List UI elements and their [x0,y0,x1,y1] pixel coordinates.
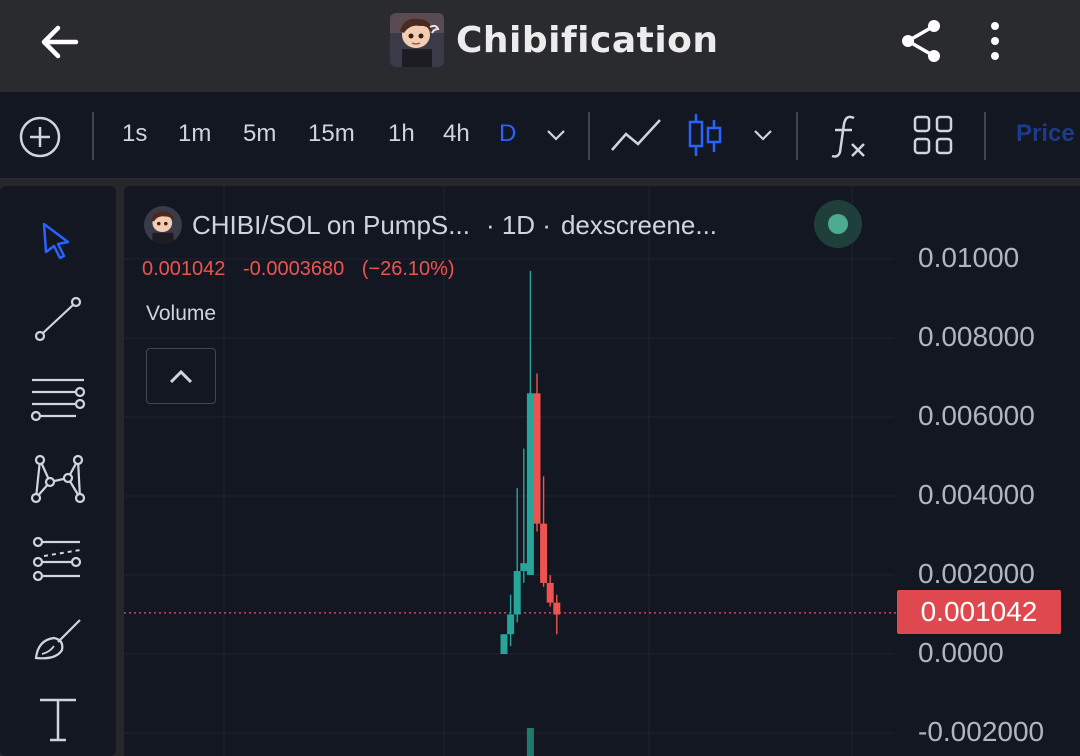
app-bar: Chibification [0,0,1080,92]
market-status-indicator[interactable] [814,200,862,248]
chart-type-chevron-down-icon[interactable] [750,122,776,148]
legend-source: dexscreene... [560,209,718,240]
pattern-tool-icon[interactable] [28,452,88,506]
timeframe-15m[interactable]: 15m [308,120,355,148]
brush-icon[interactable] [28,612,88,666]
legend-interval: · 1D · [485,209,551,240]
chart-pane[interactable]: CHIBI/SOL on PumpS... · 1D · dexscreene.… [124,186,1080,756]
candle-body [520,563,528,572]
legend-symbol[interactable]: CHIBI/SOL on PumpS... [192,210,470,241]
toolbar-divider [796,112,798,160]
symbol-avatar [144,206,182,244]
price-tab[interactable]: Price [1016,120,1075,148]
timeframe-1h[interactable]: 1h [388,120,415,148]
volume-bar [526,728,534,756]
volume-label: Volume [146,302,217,325]
horizontal-lines-icon[interactable] [28,372,88,426]
timeframe-1s[interactable]: 1s [122,120,147,148]
token-avatar [390,13,444,67]
timeframe-1m[interactable]: 1m [178,120,211,148]
legend-values: 0.001042 -0.0003680 (−26.10%) [142,258,467,281]
price-axis-label: 0.006000 [918,400,1035,431]
candle-body [553,602,561,615]
candle-body [513,571,521,615]
price-axis-label: 0.008000 [918,321,1035,352]
timeframe-5m[interactable]: 5m [243,120,276,148]
line-chart-icon[interactable] [610,116,664,156]
price-axis-label: 0.002000 [918,558,1035,589]
title-group: Chibification [390,12,719,68]
trend-line-icon[interactable] [28,292,88,346]
back-arrow-icon[interactable] [36,18,84,66]
text-tool-icon[interactable] [28,692,88,746]
price-axis-label: 0.0000 [918,637,1004,668]
forecast-tool-icon[interactable] [28,532,88,586]
change-value: -0.0003680 [242,258,345,280]
timeframe-d[interactable]: D [499,120,516,148]
change-percent-value: (−26.10%) [361,258,455,280]
price-axis-label: 0.01000 [918,242,1020,273]
collapse-legend-button[interactable] [146,348,216,404]
page-title: Chibification [456,19,719,61]
candle-body [526,393,534,575]
chart-toolbar: 1s 1m 5m 15m 1h 4h D Price [0,92,1080,179]
price-axis-label: -0.002000 [918,716,1045,747]
chart-legend: CHIBI/SOL on PumpS... · 1D · dexscreene.… [144,206,717,244]
timeframe-4h[interactable]: 4h [443,120,470,148]
candle-body [507,614,515,635]
cursor-arrow-icon[interactable] [28,214,88,268]
toolbar-divider [92,112,94,160]
toolbar-divider [984,112,986,160]
candle-body [540,523,548,583]
candle-body [500,634,508,654]
current-price-tag: 0.001042 [897,590,1061,634]
more-vert-icon[interactable] [980,16,1010,66]
toolbar-divider [588,112,590,160]
indicators-fx-icon[interactable] [826,112,870,160]
last-price-value: 0.001042 [142,258,226,280]
price-axis-label: 0.004000 [918,479,1035,510]
add-symbol-icon[interactable] [18,115,62,159]
candles-chart-icon[interactable] [686,112,726,158]
timeframe-chevron-down-icon[interactable] [543,122,569,148]
layout-grid-icon[interactable] [912,114,954,156]
share-icon[interactable] [896,16,946,66]
candle-body [546,582,554,603]
candle-body [533,393,541,524]
chevron-up-icon [169,369,193,384]
drawing-toolbar [0,186,116,756]
